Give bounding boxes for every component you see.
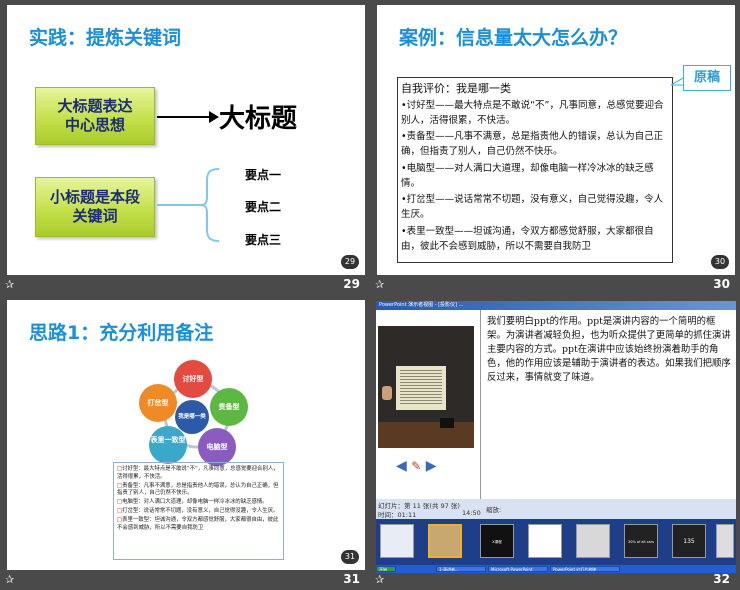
box-line: 小标题是本段 <box>49 187 140 206</box>
review-item: •表里一致型——坦诚沟通，令双方都感觉舒服，大家都很自由，彼此不会感到威胁，所以… <box>401 225 654 252</box>
review-box: 自我评价：我是哪一类 •讨好型——最大特点是不敢说“不”，凡事同意，总感觉要迎合… <box>397 77 673 263</box>
thumbnail-strip: X课程 30% of all cars 135 <box>376 519 736 565</box>
current-slide-preview: ◀ ✎ ▶ <box>376 310 480 520</box>
thumbnail[interactable] <box>380 524 414 558</box>
main-title-box: 大标题表达 中心思想 <box>35 87 155 145</box>
slide-pane-29[interactable]: 实践：提炼关键词 大标题表达 中心思想 大标题 小标题是本段 关键词 要点一 要点二… <box>0 0 370 295</box>
person-figure <box>382 386 392 400</box>
nav-controls: ◀ ✎ ▶ <box>396 458 437 474</box>
speaker-notes[interactable]: 我们要明白ppt的作用。ppt是演讲内容的一个简明的框架。为演讲者减轻负担，也为… <box>480 310 736 503</box>
original-label: 原稿 <box>683 65 731 91</box>
thumbnail[interactable] <box>528 524 562 558</box>
point-item: 要点二 <box>245 200 282 214</box>
notes-text: 表里一致型：坦诚沟通，令双方都感觉舒服，大家都很自由，彼此不会感到威胁，所以不需… <box>117 516 279 531</box>
pane-footer: ✰ 29 <box>0 275 370 295</box>
notes-item: □打岔型：说话常常不切题，没有意义，自己觉得没趣，令人生厌。 <box>117 508 279 515</box>
brace-icon <box>157 168 220 242</box>
notes-text: 责备型：凡事不满意，总是指责他人的错误，总认为自己正确，但指责了别人，自己仍然不… <box>117 482 279 497</box>
notes-text: 打岔型：说话常常不切题，没有意义，自己觉得没趣，令人生厌。 <box>122 508 279 515</box>
slide-pane-30[interactable]: 案例：信息量太大怎么办？ 自我评价：我是哪一类 •讨好型——最大特点是不敢说“不… <box>370 0 740 295</box>
thumbnail[interactable]: X课程 <box>480 524 514 558</box>
notes-item: □责备型：凡事不满意，总是指责他人的错误，总认为自己正确，但指责了别人，自己仍然… <box>117 482 279 497</box>
presenter-view-window: PowerPoint 演示者视图 - [投影仪] ... ◀ ✎ ▶ 我们要明白… <box>376 301 736 573</box>
thumbnail-current[interactable] <box>428 524 462 558</box>
notes-item: □电脑型：对人满口大道理，却像电脑一样冷冰冰的缺乏感情。 <box>117 499 268 506</box>
notes-text: 讨好型：最大特点是不敢说“不”，凡事同意，总感觉要迎合别人，活得很累，不快活。 <box>117 466 279 480</box>
node-center: 我是哪一类 <box>175 400 209 434</box>
status-row: 幻灯片：第 11 张(共 97 张) 时间：01:11 14:50 缩放: <box>376 499 736 519</box>
review-item: •打岔型——说话常常不切题，没有意义，自己觉得没趣，令人生厌。 <box>401 194 664 221</box>
thumbnail[interactable]: 135 <box>672 524 706 558</box>
review-item: •责备型——凡事不满意，总是指责他人的错误，总认为自己正确，但指责了别人，自己仍… <box>401 131 664 158</box>
box-line: 大标题表达 <box>57 96 133 115</box>
pane-footer: ✰ 31 <box>0 570 370 590</box>
notes-item: □表里一致型：坦诚沟通，令双方都感觉舒服，大家都很自由，彼此不会感到威胁，所以不… <box>117 516 279 531</box>
pane-footer: ✰ 30 <box>370 275 740 295</box>
slide-photo <box>378 326 474 448</box>
slide-number: 31 <box>343 572 360 586</box>
projected-text <box>400 370 442 406</box>
review-item: •讨好型——最大特点是不敢说“不”，凡事同意，总感觉要迎合别人，活得很累，不快活… <box>401 100 664 126</box>
pane-footer: ✰ 32 <box>370 570 740 590</box>
desk <box>378 422 474 448</box>
big-title-text: 大标题 <box>219 104 298 134</box>
review-heading: 自我评价：我是哪一类 <box>401 82 511 95</box>
zoom-label: 缩放: <box>486 506 502 514</box>
point-item: 要点一 <box>245 168 282 182</box>
page-badge: 30 <box>711 255 729 269</box>
pen-icon[interactable]: ✎ <box>411 459 421 473</box>
slide-30: 案例：信息量太大怎么办？ 自我评价：我是哪一类 •讨好型——最大特点是不敢说“不… <box>377 5 735 275</box>
point-item: 要点三 <box>245 233 282 247</box>
node-biaoli: 表里一致型 <box>149 426 187 464</box>
notes-item: □讨好型：最大特点是不敢说“不”，凡事同意，总感觉要迎合别人，活得很累，不快活。 <box>117 466 279 480</box>
star-icon[interactable]: ✰ <box>5 278 14 291</box>
page-badge: 31 <box>341 550 359 564</box>
slide-title: 案例：信息量太大怎么办？ <box>399 27 628 49</box>
laptop <box>440 418 454 428</box>
slide-pane-31[interactable]: 思路1：充分利用备注 讨好型 责备型 电脑型 表里一致型 打岔型 我是哪一类 □… <box>0 295 370 590</box>
notes-box: □讨好型：最大特点是不敢说“不”，凡事同意，总感觉要迎合别人，活得很累，不快活。… <box>113 462 284 560</box>
next-arrow-icon[interactable]: ▶ <box>426 458 437 474</box>
star-icon[interactable]: ✰ <box>375 278 384 291</box>
box-line: 中心思想 <box>64 116 125 134</box>
star-icon[interactable]: ✰ <box>5 573 14 586</box>
slide-number: 30 <box>713 277 730 291</box>
star-icon[interactable]: ✰ <box>375 573 384 586</box>
notes-text: 电脑型：对人满口大道理，却像电脑一样冷冰冰的缺乏感情。 <box>122 499 268 506</box>
prev-arrow-icon[interactable]: ◀ <box>396 458 407 474</box>
slide-title: 思路1：充分利用备注 <box>29 322 214 344</box>
arrow-right-icon <box>157 111 219 123</box>
node-dacha: 打岔型 <box>139 384 177 422</box>
slide-pane-32[interactable]: PowerPoint 演示者视图 - [投影仪] ... ◀ ✎ ▶ 我们要明白… <box>370 295 740 590</box>
slide-number: 32 <box>713 572 730 586</box>
node-zebei: 责备型 <box>210 388 248 426</box>
clock: 14:50 <box>462 509 481 517</box>
thumbnail[interactable]: 30% of all cars <box>624 524 658 558</box>
elapsed-time: 时间：01:11 <box>378 511 417 519</box>
slide-29: 实践：提炼关键词 大标题表达 中心思想 大标题 小标题是本段 关键词 要点一 要点二… <box>7 5 365 275</box>
node-diannao: 电脑型 <box>198 428 236 466</box>
slide-title: 实践：提炼关键词 <box>29 27 182 49</box>
box-line: 关键词 <box>72 207 118 225</box>
page-badge: 29 <box>341 255 359 269</box>
thumbnail[interactable] <box>576 524 610 558</box>
slide-31: 思路1：充分利用备注 讨好型 责备型 电脑型 表里一致型 打岔型 我是哪一类 □… <box>7 300 365 570</box>
slide-number: 29 <box>343 277 360 291</box>
review-item: •电脑型——对人满口大道理，却像电脑一样冷冰冰的缺乏感情。 <box>401 162 654 189</box>
node-taohao: 讨好型 <box>174 360 212 398</box>
subtitle-box: 小标题是本段 关键词 <box>35 177 155 237</box>
thumbnail[interactable] <box>716 524 734 558</box>
window-title: PowerPoint 演示者视图 - [投影仪] ... <box>376 301 736 310</box>
